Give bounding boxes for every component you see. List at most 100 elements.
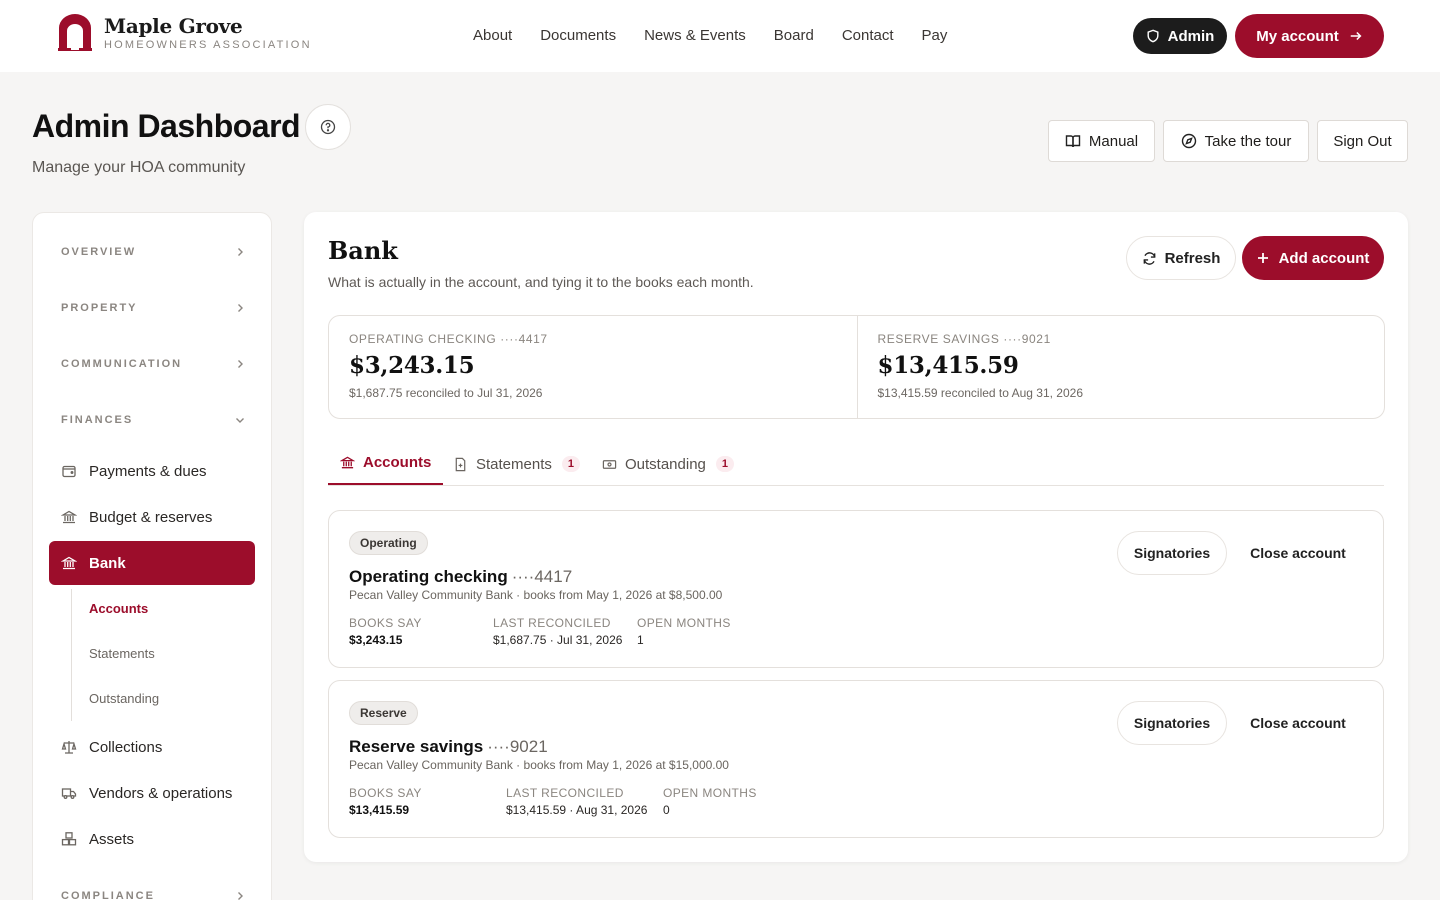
- stat-label: OPEN MONTHS: [637, 616, 731, 630]
- summary-label: OPERATING CHECKING ····4417: [349, 332, 548, 346]
- admin-button[interactable]: Admin: [1133, 18, 1227, 54]
- account-name-text: Reserve savings: [349, 737, 484, 756]
- account-name: Reserve savings ····9021: [349, 736, 548, 758]
- nav-news-events[interactable]: News & Events: [644, 26, 746, 46]
- bank-panel: Bank What is actually in the account, an…: [304, 212, 1408, 862]
- submenu-guide-line: [71, 589, 72, 721]
- top-navbar: Maple Grove HOMEOWNERS ASSOCIATION About…: [0, 0, 1440, 72]
- signout-label: Sign Out: [1333, 132, 1392, 150]
- boxes-icon: [61, 832, 77, 846]
- stat-value: 0: [663, 803, 670, 817]
- sign-out-button[interactable]: Sign Out: [1317, 120, 1408, 162]
- plus-icon: [1257, 253, 1268, 263]
- sidebar-item-label: Collections: [89, 738, 163, 756]
- stat-label: BOOKS SAY: [349, 786, 422, 800]
- brand-logo-icon: [58, 14, 92, 51]
- landmark-icon: [61, 510, 77, 524]
- my-account-label: My account: [1256, 27, 1339, 45]
- tab-label: Outstanding: [625, 455, 706, 473]
- stat-open-months: OPEN MONTHS 0: [663, 786, 757, 817]
- summary-note: $1,687.75 reconciled to Jul 31, 2026: [349, 386, 543, 400]
- section-label: COMPLIANCE: [61, 890, 155, 900]
- sidebar-item-vendors[interactable]: Vendors & operations: [49, 771, 255, 815]
- admin-label: Admin: [1167, 27, 1215, 45]
- manual-button[interactable]: Manual: [1048, 120, 1155, 162]
- bank-icon: [340, 456, 355, 469]
- main-nav: About Documents News & Events Board Cont…: [473, 26, 975, 46]
- nav-pay[interactable]: Pay: [922, 26, 948, 46]
- chevron-right-icon: [238, 248, 243, 256]
- account-type-badge: Reserve: [349, 701, 418, 725]
- nav-contact[interactable]: Contact: [842, 26, 894, 46]
- chevron-right-icon: [238, 304, 243, 312]
- take-tour-button[interactable]: Take the tour: [1163, 120, 1309, 162]
- tab-outstanding[interactable]: Outstanding 1: [602, 442, 735, 486]
- truck-icon: [61, 788, 77, 799]
- brand[interactable]: Maple Grove HOMEOWNERS ASSOCIATION: [56, 14, 312, 52]
- stat-value: $1,687.75 · Jul 31, 2026: [493, 633, 623, 647]
- stat-value: $3,243.15: [349, 633, 403, 647]
- sidebar-item-budget[interactable]: Budget & reserves: [49, 495, 255, 539]
- tour-label: Take the tour: [1204, 132, 1292, 150]
- manual-label: Manual: [1088, 132, 1139, 150]
- summary-reserve: RESERVE SAVINGS ····9021 $13,415.59 $13,…: [856, 316, 1385, 418]
- sidebar-item-bank[interactable]: Bank: [49, 541, 255, 585]
- sidebar-section-communication[interactable]: COMMUNICATION: [61, 354, 245, 374]
- sidebar-section-finances[interactable]: FINANCES: [61, 410, 245, 430]
- sidebar-item-assets[interactable]: Assets: [49, 817, 255, 861]
- summary-operating: OPERATING CHECKING ····4417 $3,243.15 $1…: [329, 316, 857, 418]
- sidebar-section-property[interactable]: PROPERTY: [61, 298, 245, 318]
- count-badge: 1: [561, 456, 580, 472]
- nav-documents[interactable]: Documents: [540, 26, 616, 46]
- banknote-icon: [602, 459, 617, 469]
- count-badge: 1: [715, 456, 735, 472]
- sidebar-subitem-statements[interactable]: Statements: [89, 646, 155, 662]
- bank-tabs: Accounts Statements 1 Outstanding 1: [328, 442, 1384, 486]
- account-number-mask: ····4417: [511, 567, 573, 586]
- sidebar-item-label: Budget & reserves: [89, 508, 213, 526]
- sidebar-section-compliance[interactable]: COMPLIANCE: [61, 886, 245, 900]
- wallet-icon: [62, 465, 76, 478]
- account-card-operating: Operating Operating checking ····4417 Pec…: [328, 510, 1384, 668]
- sidebar-item-label: Assets: [89, 830, 135, 848]
- refresh-label: Refresh: [1164, 249, 1221, 267]
- chevron-down-icon: [236, 418, 244, 423]
- sidebar-subitem-outstanding[interactable]: Outstanding: [89, 691, 159, 707]
- close-account-button[interactable]: Close account: [1235, 531, 1361, 575]
- tab-statements[interactable]: Statements 1: [453, 442, 580, 486]
- compass-icon: [1181, 133, 1196, 149]
- stat-value: 1: [637, 633, 644, 647]
- sidebar-item-label: Bank: [89, 554, 126, 572]
- sidebar-item-payments[interactable]: Payments & dues: [49, 449, 255, 493]
- signatories-button[interactable]: Signatories: [1117, 531, 1227, 575]
- nav-about[interactable]: About: [473, 26, 512, 46]
- summary-amount: $3,243.15: [349, 352, 475, 379]
- chevron-right-icon: [238, 892, 243, 900]
- tab-accounts[interactable]: Accounts: [328, 442, 444, 485]
- sidebar-item-collections[interactable]: Collections: [49, 725, 255, 769]
- file-plus-icon: [455, 457, 466, 471]
- stat-value: $13,415.59: [349, 803, 410, 817]
- chevron-right-icon: [238, 360, 243, 368]
- signatories-button[interactable]: Signatories: [1117, 701, 1227, 745]
- nav-board[interactable]: Board: [774, 26, 814, 46]
- add-account-button[interactable]: Add account: [1242, 236, 1384, 280]
- account-bank-info: Pecan Valley Community Bank · books from…: [349, 758, 729, 772]
- sidebar-section-overview[interactable]: OVERVIEW: [61, 242, 245, 262]
- sidebar-item-label: Payments & dues: [89, 462, 207, 480]
- stat-label: LAST RECONCILED: [493, 616, 611, 630]
- close-account-button[interactable]: Close account: [1235, 701, 1361, 745]
- sidebar: OVERVIEW PROPERTY COMMUNICATION FINANCES…: [32, 212, 272, 900]
- refresh-icon: [1143, 251, 1155, 265]
- panel-title: Bank: [328, 236, 398, 265]
- stat-books: BOOKS SAY $13,415.59: [349, 786, 422, 817]
- my-account-button[interactable]: My account: [1235, 14, 1384, 58]
- stat-label: BOOKS SAY: [349, 616, 422, 630]
- account-bank-info: Pecan Valley Community Bank · books from…: [349, 588, 723, 602]
- sidebar-subitem-accounts[interactable]: Accounts: [89, 601, 148, 617]
- section-label: OVERVIEW: [61, 246, 137, 258]
- tab-label: Accounts: [363, 454, 432, 471]
- refresh-button[interactable]: Refresh: [1126, 236, 1236, 280]
- stat-value: $13,415.59 · Aug 31, 2026: [506, 803, 648, 817]
- help-button[interactable]: [305, 104, 351, 150]
